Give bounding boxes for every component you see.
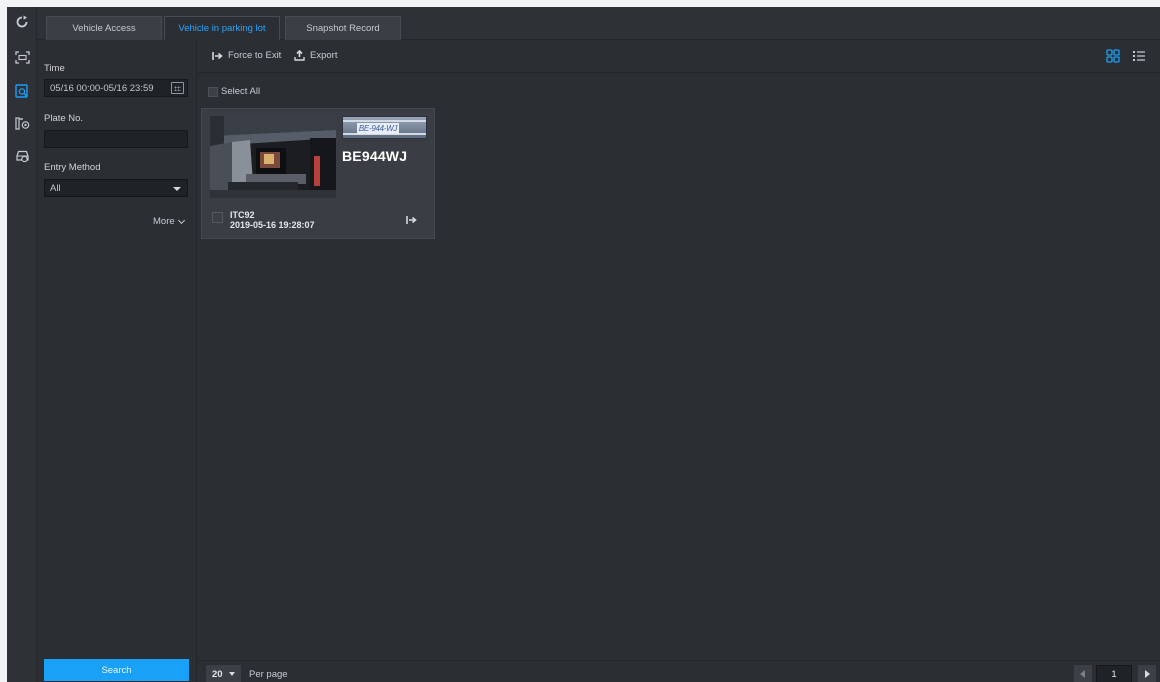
export-button[interactable]: Export [294,50,337,61]
icon-rail [7,7,37,682]
scan-frame-icon[interactable] [7,42,37,72]
more-label: More [153,216,175,227]
time-range-field[interactable]: 05/16 00:00-05/16 23:59 [44,79,188,97]
plate-label: Plate No. [44,113,84,124]
next-page-button[interactable] [1138,665,1156,682]
toolbar: Force to Exit Export [198,40,1160,73]
vehicle-card[interactable]: BE-944-WJ BE944WJ ITC92 2019-05-16 19:28… [201,108,435,239]
per-page-value: 20 [212,668,223,680]
select-all-box[interactable] [208,86,218,97]
chevron-down-icon [229,672,235,676]
entry-method-label: Entry Method [44,162,101,173]
tab-vehicle-access[interactable]: Vehicle Access [46,16,162,40]
page-number-input[interactable]: 1 [1096,665,1132,682]
filter-panel: Time 05/16 00:00-05/16 23:59 Plate No. E… [37,40,197,682]
plate-image-text: BE-944-WJ [357,123,399,134]
export-label: Export [310,50,338,61]
pagination-bar: 20 Per page 1 [198,660,1160,682]
per-page-select[interactable]: 20 [206,665,241,682]
refresh-icon[interactable] [7,7,37,37]
export-icon [294,50,305,61]
chevron-down-icon [177,216,185,224]
tab-vehicle-in-parking-lot[interactable]: Vehicle in parking lot [164,16,280,40]
search-button[interactable]: Search [44,659,189,681]
force-exit-label: Force to Exit [228,50,282,61]
calendar-icon[interactable] [171,82,184,94]
force-exit-button[interactable]: Force to Exit [212,50,281,61]
tab-snapshot-record[interactable]: Snapshot Record [285,16,401,40]
force-exit-icon[interactable] [406,215,417,225]
record-checkbox[interactable] [212,212,223,223]
main-content: Force to Exit Export Select All BE-944-W… [198,40,1160,682]
more-toggle[interactable]: More [153,216,185,227]
tab-bar: Vehicle Access Vehicle in parking lot Sn… [37,7,1160,40]
parking-gate-icon[interactable] [7,108,37,138]
entry-time: 2019-05-16 19:28:07 [230,220,315,230]
entry-method-select[interactable]: All [44,179,188,197]
app-window: Vehicle Access Vehicle in parking lot Sn… [7,7,1160,682]
per-page-label: Per page [249,669,288,680]
plate-image[interactable]: BE-944-WJ [342,116,427,139]
list-view-icon[interactable] [1132,49,1146,63]
chevron-left-icon [1080,670,1085,678]
time-label: Time [44,63,65,74]
select-all-checkbox[interactable]: Select All [208,86,260,97]
chevron-down-icon [173,187,181,191]
device-name: ITC92 [230,210,255,220]
exit-icon [212,51,223,60]
prev-page-button[interactable] [1074,665,1092,682]
plate-number: BE944WJ [342,148,408,164]
vehicle-icon[interactable] [7,141,37,171]
plate-input[interactable] [44,130,188,148]
select-all-label: Select All [221,86,261,97]
vehicle-snapshot-image[interactable] [210,116,336,198]
time-range-value: 05/16 00:00-05/16 23:59 [50,82,154,94]
grid-view-icon[interactable] [1106,49,1120,63]
chevron-right-icon [1145,670,1150,678]
entry-method-value: All [50,182,61,194]
record-search-icon[interactable] [7,76,37,106]
